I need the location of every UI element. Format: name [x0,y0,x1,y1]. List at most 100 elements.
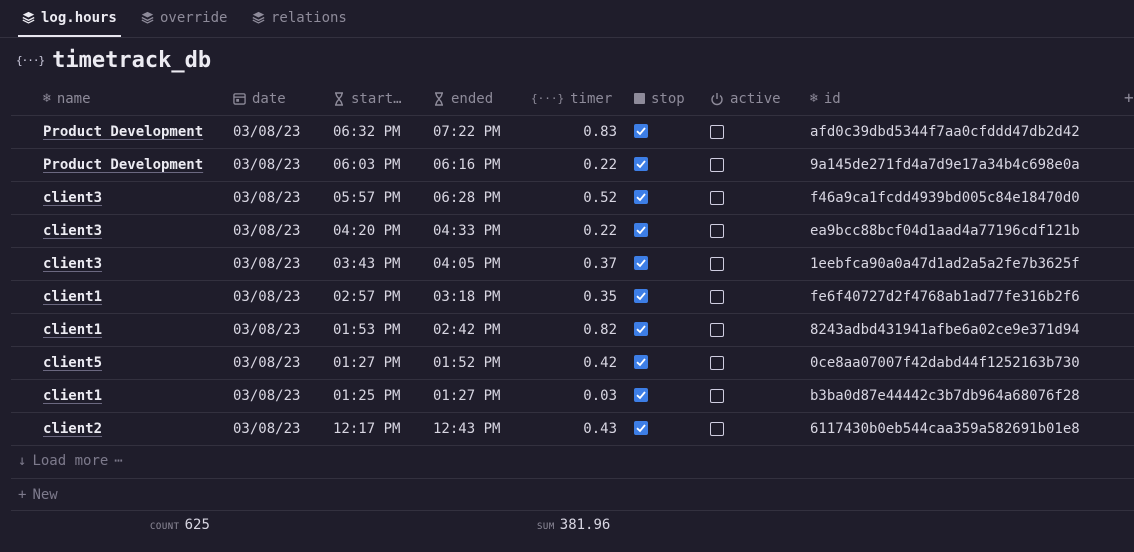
cell-id: b3ba0d87e44442c3b7db964a68076f28 [810,388,1080,404]
cell-name[interactable]: client1 [43,281,102,313]
active-checkbox[interactable] [710,257,724,271]
cell-timer: 0.35 [583,289,617,305]
column-header-date[interactable]: date [233,82,286,115]
stop-checkbox[interactable] [634,256,648,270]
column-header-timer[interactable]: {···} timer [531,82,612,115]
count-aggregate[interactable]: COUNT 625 [150,517,210,533]
stop-checkbox[interactable] [634,157,648,171]
cell-start: 02:57 PM [333,289,401,305]
check-icon [636,259,646,268]
cell-date: 03/08/23 [233,322,301,338]
cell-name[interactable]: client3 [43,182,102,214]
tab-log-hours[interactable]: log.hours [18,0,121,37]
calendar-icon [233,93,246,105]
table-row[interactable]: client3 03/08/23 05:57 PM 06:28 PM 0.52 … [11,182,1134,215]
active-checkbox[interactable] [710,356,724,370]
cell-start: 01:53 PM [333,322,401,338]
cell-timer: 0.22 [583,223,617,239]
cell-start: 03:43 PM [333,256,401,272]
active-checkbox[interactable] [710,224,724,238]
active-checkbox[interactable] [710,158,724,172]
cell-name[interactable]: client1 [43,314,102,346]
table-row[interactable]: client1 03/08/23 01:53 PM 02:42 PM 0.82 … [11,314,1134,347]
cell-id: 6117430b0eb544caa359a582691b01e8 [810,421,1080,437]
cell-timer: 0.42 [583,355,617,371]
tab-override[interactable]: override [141,0,227,35]
cell-ended: 02:42 PM [433,322,501,338]
snowflake-icon: ❄ [43,91,51,106]
active-checkbox[interactable] [710,389,724,403]
tab-bar: log.hours override relations [0,0,1134,38]
plus-icon: + [18,486,27,503]
divider [11,510,1134,511]
column-header-active[interactable]: active [710,82,781,115]
page-title: timetrack_db [52,48,212,73]
table-row[interactable]: Product Development 03/08/23 06:32 PM 07… [11,116,1134,149]
table-row[interactable]: client1 03/08/23 02:57 PM 03:18 PM 0.35 … [11,281,1134,314]
cell-date: 03/08/23 [233,223,301,239]
braces-icon: {···} [16,54,45,67]
check-icon [636,358,646,367]
column-header-ended[interactable]: ended [433,82,493,115]
column-label: timer [570,90,613,107]
square-icon [634,93,645,104]
table-row[interactable]: client1 03/08/23 01:25 PM 01:27 PM 0.03 … [11,380,1134,413]
cell-ended: 04:33 PM [433,223,501,239]
active-checkbox[interactable] [710,125,724,139]
cell-name[interactable]: client1 [43,380,102,412]
cell-name[interactable]: client2 [43,413,102,445]
power-icon [711,92,723,105]
cell-ended: 03:18 PM [433,289,501,305]
new-row-button[interactable]: + New [18,479,58,510]
more-icon: ⋯ [114,453,123,469]
table-row[interactable]: client2 03/08/23 12:17 PM 12:43 PM 0.43 … [11,413,1134,446]
count-label: COUNT [150,522,180,532]
stop-checkbox[interactable] [634,124,648,138]
column-header-stop[interactable]: stop [634,82,685,115]
check-icon [636,226,646,235]
table-row[interactable]: client5 03/08/23 01:27 PM 01:52 PM 0.42 … [11,347,1134,380]
check-icon [636,292,646,301]
stop-checkbox[interactable] [634,355,648,369]
add-column-button[interactable]: + [1124,88,1134,107]
column-header-id[interactable]: ❄ id [810,82,841,115]
load-more-button[interactable]: ↓ Load more ⋯ [18,445,1134,477]
stop-checkbox[interactable] [634,190,648,204]
column-label: name [56,90,91,107]
active-checkbox[interactable] [710,290,724,304]
cell-start: 06:03 PM [333,157,401,173]
table-row[interactable]: client3 03/08/23 04:20 PM 04:33 PM 0.22 … [11,215,1134,248]
tab-label: log.hours [41,9,117,26]
cell-timer: 0.37 [583,256,617,272]
table-row[interactable]: Product Development 03/08/23 06:03 PM 06… [11,149,1134,182]
cell-name[interactable]: client5 [43,347,102,379]
cell-start: 05:57 PM [333,190,401,206]
tab-relations[interactable]: relations [252,0,347,35]
column-label: date [252,90,286,107]
active-checkbox[interactable] [710,323,724,337]
cell-timer: 0.52 [583,190,617,206]
sum-aggregate[interactable]: SUM 381.96 [537,517,610,533]
column-label: stop [651,90,685,107]
new-label: New [32,486,58,503]
check-icon [636,127,646,136]
column-header-name[interactable]: ❄ name [43,82,91,115]
cell-name[interactable]: Product Development [43,149,203,181]
layers-icon [22,11,35,24]
stop-checkbox[interactable] [634,421,648,435]
cell-timer: 0.82 [583,322,617,338]
cell-id: 0ce8aa07007f42dabd44f1252163b730 [810,355,1080,371]
cell-name[interactable]: Product Development [43,116,203,148]
cell-start: 01:27 PM [333,355,401,371]
table-row[interactable]: client3 03/08/23 03:43 PM 04:05 PM 0.37 … [11,248,1134,281]
active-checkbox[interactable] [710,191,724,205]
cell-name[interactable]: client3 [43,215,102,247]
stop-checkbox[interactable] [634,223,648,237]
stop-checkbox[interactable] [634,289,648,303]
check-icon [636,424,646,433]
stop-checkbox[interactable] [634,388,648,402]
active-checkbox[interactable] [710,422,724,436]
column-header-start[interactable]: start… [333,82,402,115]
cell-name[interactable]: client3 [43,248,102,280]
stop-checkbox[interactable] [634,322,648,336]
